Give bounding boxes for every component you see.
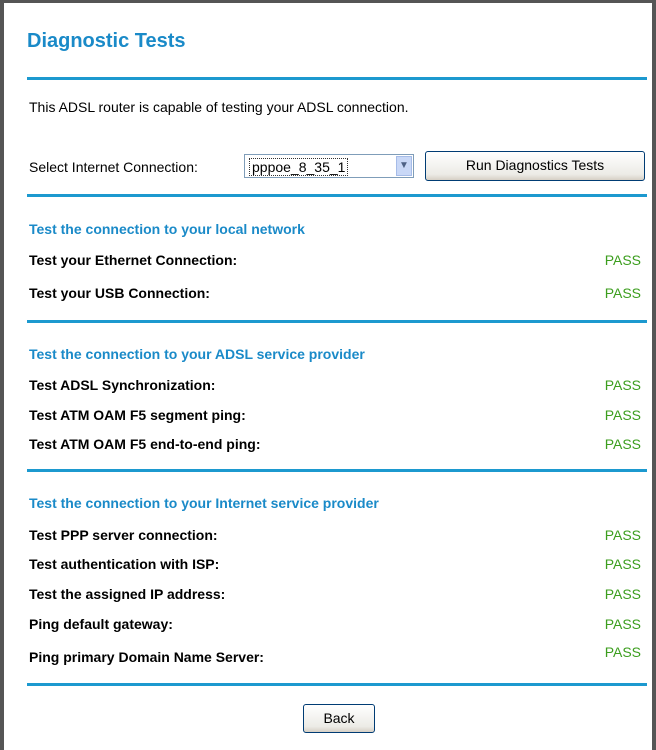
- status-pass: PASS: [604, 407, 641, 423]
- status-pass: PASS: [604, 556, 641, 572]
- connection-select-value: pppoe_8_35_1: [249, 158, 349, 176]
- test-label: Test the assigned IP address:: [29, 586, 226, 602]
- connection-select[interactable]: pppoe_8_35_1 ▼: [244, 154, 414, 178]
- status-pass: PASS: [604, 377, 641, 393]
- chevron-down-icon[interactable]: ▼: [396, 156, 412, 176]
- divider: [27, 77, 647, 80]
- test-label: Test ATM OAM F5 segment ping:: [29, 407, 246, 423]
- status-pass: PASS: [604, 586, 641, 602]
- status-pass: PASS: [604, 252, 641, 268]
- test-row: Test ATM OAM F5 end-to-end ping: PASS: [29, 436, 641, 456]
- test-row: Test ATM OAM F5 segment ping: PASS: [29, 407, 641, 427]
- status-pass: PASS: [604, 436, 641, 452]
- test-row: Test authentication with ISP: PASS: [29, 556, 641, 576]
- test-row: Test your USB Connection: PASS: [29, 285, 641, 305]
- section-title-adsl-provider: Test the connection to your ADSL service…: [29, 346, 365, 362]
- back-button[interactable]: Back: [303, 704, 375, 733]
- test-label: Test PPP server connection:: [29, 527, 218, 543]
- section-title-internet-provider: Test the connection to your Internet ser…: [29, 495, 379, 511]
- test-row: Ping primary Domain Name Server: PASS: [29, 644, 641, 667]
- test-row: Test ADSL Synchronization: PASS: [29, 377, 641, 397]
- status-pass: PASS: [604, 285, 641, 301]
- divider: [27, 683, 647, 686]
- status-pass: PASS: [604, 616, 641, 632]
- status-pass: PASS: [604, 644, 641, 660]
- test-label: Test your USB Connection:: [29, 285, 210, 301]
- connection-select-label: Select Internet Connection:: [29, 159, 198, 175]
- page-title: Diagnostic Tests: [27, 30, 186, 52]
- test-label: Test your Ethernet Connection:: [29, 252, 238, 268]
- test-row: Test PPP server connection: PASS: [29, 527, 641, 547]
- status-pass: PASS: [604, 527, 641, 543]
- test-label: Ping primary Domain Name Server:: [29, 649, 264, 665]
- run-diagnostics-button[interactable]: Run Diagnostics Tests: [425, 151, 645, 181]
- test-row: Test the assigned IP address: PASS: [29, 586, 641, 606]
- test-label: Ping default gateway:: [29, 616, 173, 632]
- intro-text: This ADSL router is capable of testing y…: [29, 99, 409, 115]
- divider: [27, 194, 647, 197]
- test-row: Ping default gateway: PASS: [29, 616, 641, 636]
- divider: [27, 320, 647, 323]
- connection-select-row: Select Internet Connection: pppoe_8_35_1…: [29, 151, 645, 181]
- test-label: Test authentication with ISP:: [29, 556, 220, 572]
- section-title-local-network: Test the connection to your local networ…: [29, 221, 305, 237]
- test-label: Test ATM OAM F5 end-to-end ping:: [29, 436, 261, 452]
- test-label: Test ADSL Synchronization:: [29, 377, 216, 393]
- test-row: Test your Ethernet Connection: PASS: [29, 252, 641, 272]
- divider: [27, 469, 647, 472]
